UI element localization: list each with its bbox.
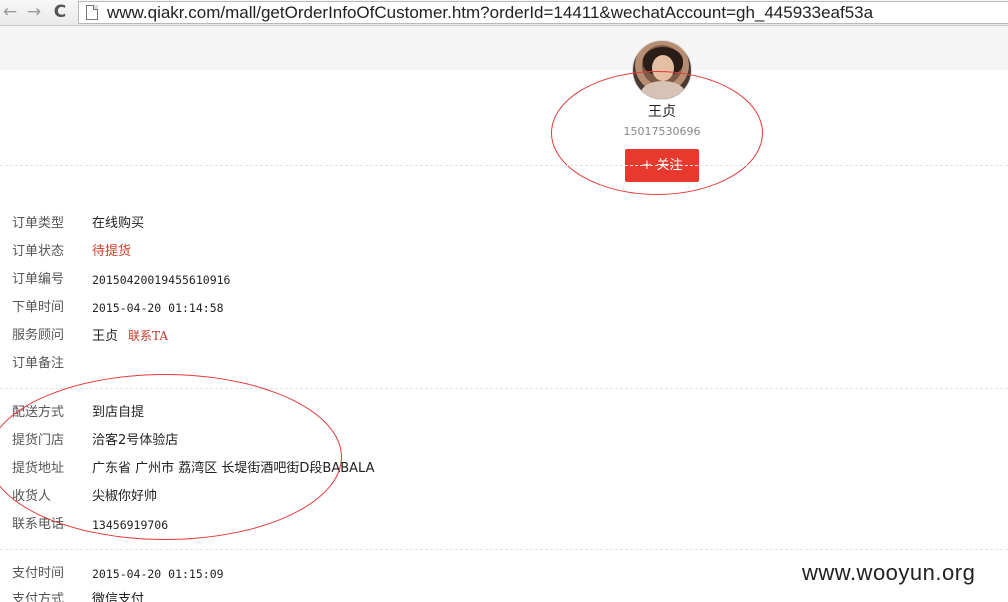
avatar-body — [641, 81, 685, 99]
section-divider — [0, 165, 1008, 166]
receiver-label: 收货人 — [12, 489, 52, 504]
payment-method-value: 微信支付 — [92, 592, 145, 602]
order-status-label: 订单状态 — [12, 244, 65, 259]
contact-advisor-link[interactable]: 联系TA — [128, 329, 168, 343]
order-status-value: 待提货 — [92, 244, 132, 259]
profile-phone: 15017530696 — [623, 125, 701, 138]
avatar-face — [652, 55, 674, 81]
order-number-label: 订单编号 — [12, 272, 65, 287]
order-advisor-value: 王贞 — [92, 329, 119, 344]
payment-method-label: 支付方式 — [12, 592, 65, 602]
contact-phone-label: 联系电话 — [12, 517, 65, 532]
order-advisor-label: 服务顾问 — [12, 328, 65, 343]
order-advisor-value-wrap: 王贞 联系TA — [92, 326, 168, 347]
watermark: www.wooyun.org — [802, 560, 976, 585]
back-arrow-icon[interactable]: ← — [0, 2, 20, 22]
header-band — [0, 26, 1008, 70]
browser-toolbar: ← → C www.qiakr.com/mall/getOrderInfoOfC… — [0, 0, 1008, 26]
section-divider — [0, 388, 1008, 389]
order-time-value: 2015-04-20 01:14:58 — [92, 301, 224, 315]
order-type-value: 在线购买 — [92, 216, 145, 231]
section-divider — [0, 549, 1008, 550]
order-number-value: 20150420019455610916 — [92, 273, 231, 287]
delivery-method-label: 配送方式 — [12, 405, 65, 420]
pickup-store-label: 提货门店 — [12, 433, 65, 448]
delivery-method-value: 到店自提 — [92, 405, 145, 420]
page-icon — [86, 5, 98, 20]
contact-phone-value: 13456919706 — [92, 518, 169, 532]
pickup-store-value: 洽客2号体验店 — [92, 433, 179, 448]
pickup-address-label: 提货地址 — [12, 461, 65, 476]
profile-name: 王贞 — [648, 104, 676, 120]
reload-icon[interactable]: C — [50, 2, 70, 22]
url-text[interactable]: www.qiakr.com/mall/getOrderInfoOfCustome… — [107, 3, 873, 23]
order-type-label: 订单类型 — [12, 216, 65, 231]
payment-time-label: 支付时间 — [12, 566, 65, 581]
order-note-label: 订单备注 — [12, 356, 65, 371]
avatar — [632, 40, 692, 100]
address-bar[interactable]: www.qiakr.com/mall/getOrderInfoOfCustome… — [78, 1, 1008, 24]
pickup-address-value: 广东省 广州市 荔湾区 长堤街酒吧街D段BABALA — [92, 461, 375, 476]
payment-time-value: 2015-04-20 01:15:09 — [92, 567, 224, 581]
order-time-label: 下单时间 — [12, 300, 65, 315]
forward-arrow-icon[interactable]: → — [24, 2, 44, 22]
receiver-value: 尖椒你好帅 — [92, 489, 158, 504]
